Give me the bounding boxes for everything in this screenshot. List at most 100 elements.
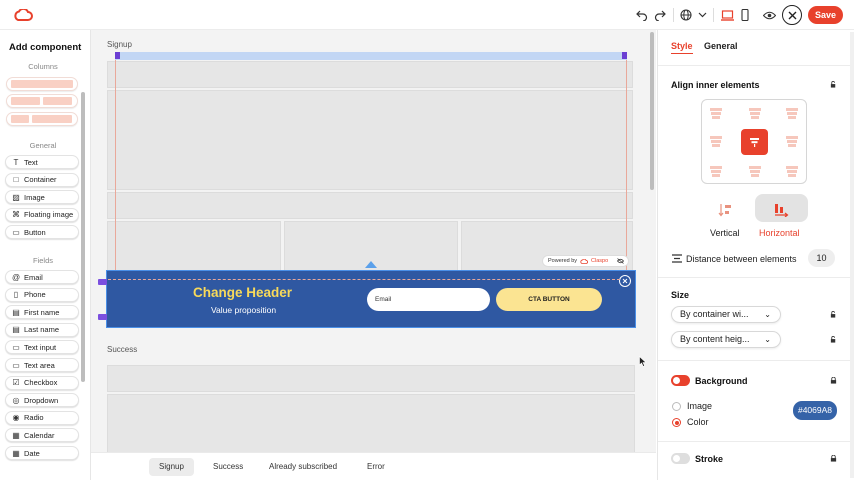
bg-image-label[interactable]: Image (687, 401, 712, 411)
field-date[interactable]: ▦ Date (5, 446, 79, 460)
field-dropdown[interactable]: ◎ Dropdown (5, 393, 79, 408)
background-toggle[interactable] (671, 375, 690, 386)
tab-general[interactable]: General (704, 41, 738, 51)
alignment-grid[interactable] (701, 99, 807, 184)
field-email[interactable]: @ Email (5, 270, 79, 284)
component-label: Text input (24, 342, 57, 352)
component-container[interactable]: □ Container (5, 172, 79, 187)
canvas-scrollbar[interactable] (650, 32, 654, 190)
selection-handle[interactable] (622, 52, 627, 59)
left-scrollbar[interactable] (81, 92, 85, 382)
lock-icon[interactable] (830, 455, 837, 462)
align-option-icon[interactable] (710, 136, 722, 147)
undo-icon[interactable] (634, 6, 650, 24)
save-button[interactable]: Save (808, 6, 843, 24)
container-icon: □ (13, 175, 19, 185)
placeholder-block[interactable] (107, 61, 633, 88)
distance-input[interactable]: 10 (808, 249, 835, 267)
align-option-icon[interactable] (749, 166, 761, 177)
mobile-icon[interactable] (738, 6, 752, 24)
banner-close-icon[interactable] (619, 275, 631, 287)
placeholder-block[interactable] (107, 394, 635, 454)
field-calendar[interactable]: ▦ Calendar (5, 428, 79, 443)
selection-handle[interactable] (98, 314, 107, 320)
email-icon: @ (12, 272, 21, 282)
align-option-icon[interactable] (786, 166, 798, 177)
banner-subheader[interactable]: Value proposition (211, 305, 276, 315)
editor-canvas[interactable]: Signup Powered by Claspo Change Header V… (91, 30, 656, 454)
column-layout-3[interactable] (6, 112, 78, 126)
component-label: Checkbox (24, 378, 58, 388)
eye-off-icon[interactable] (617, 258, 625, 264)
right-scrollbar[interactable] (850, 32, 854, 478)
lock-open-icon[interactable] (830, 336, 837, 343)
bg-color-swatch[interactable]: #4069A8 (793, 401, 837, 420)
column-layout-2[interactable] (6, 94, 78, 108)
vertical-option-label[interactable]: Vertical (710, 228, 740, 238)
field-radio[interactable]: ◉ Radio (5, 410, 79, 425)
vertical-direction-icon[interactable] (714, 200, 736, 220)
placeholder-block[interactable] (107, 365, 635, 392)
align-option-icon[interactable] (786, 108, 798, 119)
size-height-value: By content heig... (680, 334, 750, 344)
horizontal-option-label[interactable]: Horizontal (759, 228, 800, 238)
distance-icon (672, 254, 682, 263)
step-tab-error[interactable]: Error (357, 458, 395, 476)
component-label: Image (24, 192, 45, 202)
component-image[interactable]: ▨ Image (5, 190, 79, 205)
stroke-toggle[interactable] (671, 453, 690, 464)
field-text-input[interactable]: ▭ Text input (5, 340, 79, 355)
eye-icon[interactable] (761, 6, 777, 24)
close-icon[interactable] (782, 5, 802, 25)
field-checkbox[interactable]: ☑ Checkbox (5, 375, 79, 390)
lock-open-icon[interactable] (830, 81, 837, 88)
lock-open-icon[interactable] (830, 311, 837, 318)
divider (658, 441, 854, 442)
selection-strip (115, 52, 627, 60)
component-text[interactable]: T Text (5, 155, 79, 169)
placeholder-block[interactable] (107, 221, 281, 271)
selection-handle[interactable] (98, 279, 107, 285)
bg-image-radio[interactable] (672, 402, 681, 411)
size-height-dropdown[interactable]: By content heig... ⌄ (671, 331, 781, 348)
bg-color-radio[interactable] (672, 418, 681, 427)
component-button[interactable]: ▭ Button (5, 225, 79, 240)
desktop-icon[interactable] (719, 6, 735, 24)
field-phone[interactable]: ▯ Phone (5, 287, 79, 302)
distance-label: Distance between elements (686, 254, 797, 264)
size-width-value: By container wi... (680, 309, 749, 319)
lock-icon[interactable] (830, 377, 837, 384)
selection-handle[interactable] (115, 52, 120, 59)
size-width-dropdown[interactable]: By container wi... ⌄ (671, 306, 781, 323)
signup-frame-label: Signup (107, 40, 132, 49)
banner-header[interactable]: Change Header (193, 285, 292, 300)
align-center-icon[interactable] (741, 129, 768, 155)
horizontal-direction-icon[interactable] (770, 199, 792, 219)
step-tab-already-subscribed[interactable]: Already subscribed (259, 458, 347, 476)
align-option-icon[interactable] (749, 108, 761, 119)
success-frame-label: Success (107, 345, 138, 354)
align-option-icon[interactable] (786, 136, 798, 147)
section-label-general: General (29, 141, 57, 150)
email-input[interactable]: Email (367, 288, 490, 311)
globe-icon[interactable] (678, 6, 694, 24)
column-layout-1[interactable] (6, 77, 78, 91)
bg-color-label[interactable]: Color (687, 417, 709, 427)
component-floating-image[interactable]: ⌘ Floating image (5, 207, 79, 222)
field-first-name[interactable]: ▤ First name (5, 305, 79, 320)
powered-by-badge[interactable]: Powered by Claspo (542, 255, 629, 267)
step-tab-signup[interactable]: Signup (149, 458, 194, 476)
field-last-name[interactable]: ▤ Last name (5, 322, 79, 337)
align-option-icon[interactable] (710, 166, 722, 177)
tab-style[interactable]: Style (671, 41, 693, 54)
cta-button[interactable]: CTA BUTTON (496, 288, 602, 311)
redo-icon[interactable] (652, 6, 668, 24)
cloud-logo-icon[interactable] (12, 6, 34, 24)
field-text-area[interactable]: ▭ Text area (5, 358, 79, 372)
align-option-icon[interactable] (710, 108, 722, 119)
component-label: Calendar (24, 430, 55, 440)
placeholder-block[interactable] (107, 90, 633, 190)
chevron-down-icon[interactable] (696, 6, 708, 24)
step-tab-success[interactable]: Success (203, 458, 253, 476)
placeholder-block[interactable] (107, 192, 633, 219)
